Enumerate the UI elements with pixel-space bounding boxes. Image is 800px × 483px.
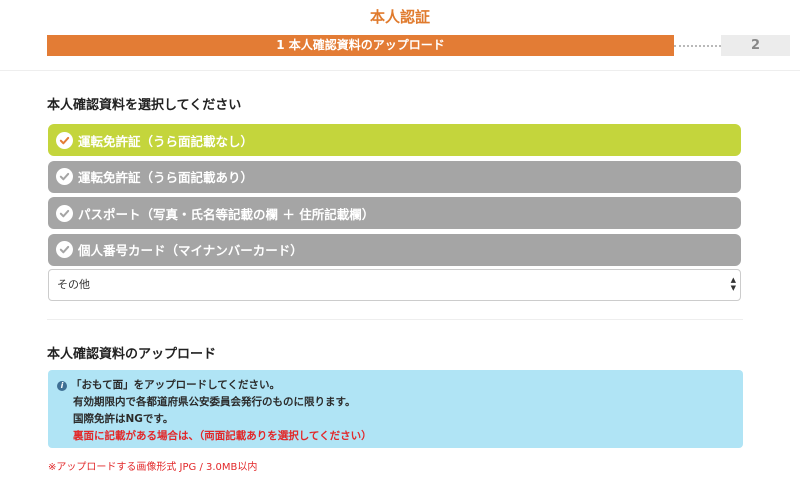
- info-text-international: 国際免許はNGです。: [73, 413, 174, 425]
- option-label: パスポート（写真・氏名等記載の欄 ＋ 住所記載欄）: [78, 206, 375, 222]
- step-2: 2: [721, 35, 790, 56]
- check-circle-icon: [56, 241, 73, 258]
- option-label: 個人番号カード（マイナンバーカード）: [78, 243, 303, 258]
- divider: [0, 70, 800, 71]
- info-icon: i: [57, 381, 67, 391]
- document-type-options: 運転免許証（うら面記載なし） 運転免許証（うら面記載あり） パスポート（写真・氏…: [48, 124, 741, 270]
- option-drivers-license-no-back[interactable]: 運転免許証（うら面記載なし）: [48, 124, 741, 156]
- other-document-select[interactable]: その他 ▲ ▼: [48, 269, 741, 301]
- info-text-validity: 有効期限内で各都道府県公安委員会発行のものに限ります。: [73, 396, 356, 408]
- page-title: 本人認証: [369, 8, 430, 26]
- info-text-back-warning: 裏面に記載がある場合は、（両面記載ありを選択してください）: [73, 430, 372, 442]
- option-my-number-card[interactable]: 個人番号カード（マイナンバーカード）: [48, 233, 741, 266]
- upload-info-box: i 「おもて面」をアップロードしてください。 有効期限内で各都道府県公安委員会発行…: [48, 370, 743, 448]
- option-passport[interactable]: パスポート（写真・氏名等記載の欄 ＋ 住所記載欄）: [48, 197, 741, 229]
- option-drivers-license-with-back[interactable]: 運転免許証（うら面記載あり）: [48, 160, 741, 193]
- upload-heading: 本人確認資料のアップロード: [47, 347, 217, 362]
- info-text-front: 「おもて面」をアップロードしてください。: [71, 379, 280, 391]
- divider: [47, 319, 743, 320]
- check-circle-icon: [56, 204, 73, 222]
- option-label: 運転免許証（うら面記載あり）: [78, 170, 254, 185]
- option-label: 運転免許証（うら面記載なし）: [78, 133, 254, 149]
- check-circle-icon: [56, 131, 73, 149]
- info-line: i 「おもて面」をアップロードしてください。: [57, 377, 743, 394]
- select-value: その他: [57, 278, 90, 291]
- check-circle-icon: [56, 168, 73, 185]
- file-format-note: ※アップロードする画像形式 JPG / 3.0MB以内: [48, 462, 258, 473]
- step-1-active: 1 本人確認資料のアップロード: [47, 35, 674, 56]
- select-document-heading: 本人確認資料を選択してください: [47, 98, 242, 113]
- select-arrows-icon: ▲ ▼: [730, 276, 736, 292]
- progress-stepper: 1 本人確認資料のアップロード 2: [47, 35, 790, 56]
